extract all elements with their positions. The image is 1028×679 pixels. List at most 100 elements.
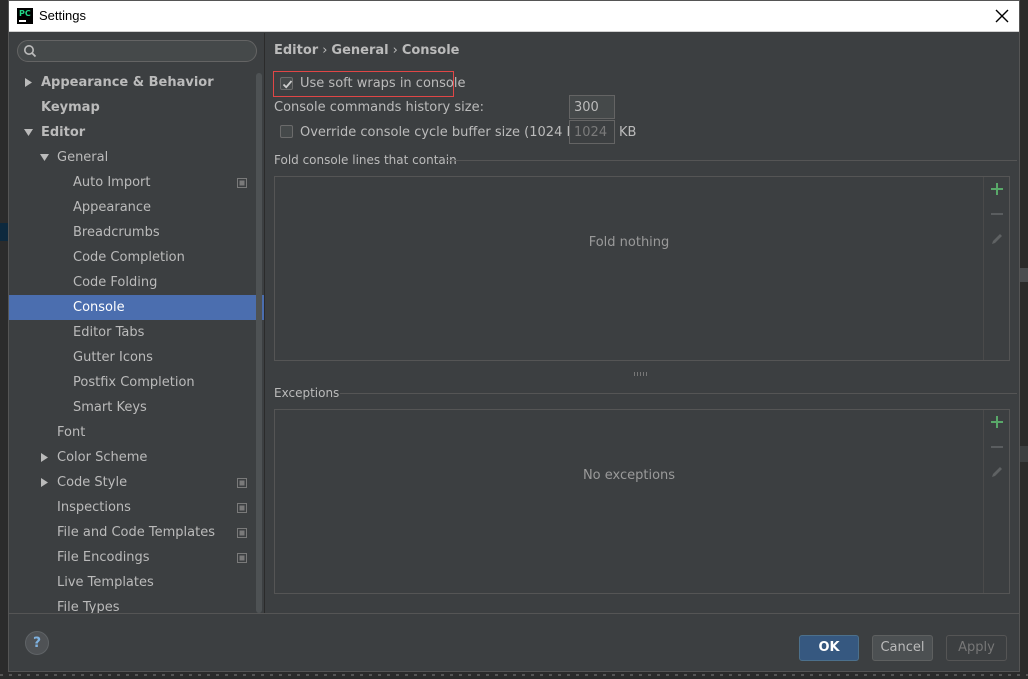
history-size-input[interactable] <box>569 95 615 119</box>
pencil-icon <box>992 467 1002 477</box>
project-scope-icon <box>237 178 247 188</box>
sidebar-item-code-completion[interactable]: Code Completion <box>9 245 264 270</box>
pycharm-logo-icon: PC <box>17 8 33 24</box>
settings-content: Editor › General › Console Use soft wraps in… <box>265 33 1019 613</box>
fold-toolbar <box>983 177 1009 360</box>
sidebar-item-inspections[interactable]: Inspections <box>9 495 264 520</box>
sidebar-item-label: Editor <box>41 125 86 140</box>
sidebar-item-keymap[interactable]: Keymap <box>9 95 264 120</box>
sidebar-item-label: File Types <box>57 600 120 613</box>
triangle-down-icon[interactable] <box>24 128 33 137</box>
sidebar-item-gutter-icons[interactable]: Gutter Icons <box>9 345 264 370</box>
sidebar-item-label: General <box>57 150 109 165</box>
exceptions-empty-text: No exceptions <box>582 468 676 483</box>
breadcrumb-separator: › <box>392 43 398 58</box>
override-buffer-checkbox[interactable] <box>280 125 293 138</box>
checkmark-icon <box>282 80 293 89</box>
sidebar-item-label: Console <box>73 300 125 315</box>
sidebar-item-color-scheme[interactable]: Color Scheme <box>9 445 264 470</box>
sidebar-item-breadcrumbs[interactable]: Breadcrumbs <box>9 220 264 245</box>
edit-fold-button[interactable] <box>987 229 1007 249</box>
search-box[interactable] <box>17 40 257 62</box>
sidebar-item-editor[interactable]: Editor <box>9 120 264 145</box>
project-scope-icon <box>237 478 247 488</box>
project-scope-icon <box>237 553 247 563</box>
sidebar-item-label: Color Scheme <box>57 450 148 465</box>
settings-sidebar: Appearance & Behavior Keymap Editor General… <box>9 33 264 613</box>
cancel-button[interactable]: Cancel <box>872 635 933 661</box>
search-icon <box>24 45 37 58</box>
settings-dialog: PC Settings Appearance & Behavior Keymap E… <box>8 0 1020 672</box>
sidebar-item-label: Editor Tabs <box>73 325 145 340</box>
sidebar-item-label: Live Templates <box>57 575 154 590</box>
buffer-unit-label: KB <box>619 125 637 140</box>
sidebar-item-editor-tabs[interactable]: Editor Tabs <box>9 320 264 345</box>
project-scope-icon <box>237 503 247 513</box>
sidebar-item-label: Keymap <box>41 100 100 115</box>
sidebar-item-label: Auto Import <box>73 175 151 190</box>
triangle-right-icon[interactable] <box>24 78 33 87</box>
breadcrumb-general: General <box>331 43 389 58</box>
exceptions-panel[interactable]: No exceptions <box>274 409 1010 594</box>
sidebar-item-label: Breadcrumbs <box>73 225 160 240</box>
sidebar-item-label: Code Folding <box>73 275 158 290</box>
ide-backdrop-left <box>0 0 8 679</box>
search-input[interactable] <box>40 42 250 60</box>
add-exception-button[interactable] <box>987 412 1007 432</box>
edit-exception-button[interactable] <box>987 462 1007 482</box>
sidebar-item-label: Appearance & Behavior <box>41 75 214 90</box>
apply-button[interactable]: Apply <box>946 635 1007 661</box>
fold-section-divider <box>446 160 1017 161</box>
close-icon <box>995 9 1009 23</box>
fold-section-title: Fold console lines that contain <box>274 153 457 167</box>
soft-wraps-label[interactable]: Use soft wraps in console <box>300 76 465 91</box>
add-fold-button[interactable] <box>987 179 1007 199</box>
sidebar-item-postfix-completion[interactable]: Postfix Completion <box>9 370 264 395</box>
help-button[interactable]: ? <box>25 631 49 655</box>
title-bar: PC Settings <box>9 1 1019 32</box>
ide-backdrop-right <box>1020 0 1028 679</box>
remove-fold-button[interactable] <box>987 204 1007 224</box>
sidebar-item-label: Appearance <box>73 200 152 215</box>
panel-splitter-handle[interactable] <box>634 372 648 376</box>
triangle-right-icon[interactable] <box>40 478 49 487</box>
sidebar-item-smart-keys[interactable]: Smart Keys <box>9 395 264 420</box>
triangle-right-icon[interactable] <box>40 453 49 462</box>
minus-icon <box>991 213 1003 215</box>
triangle-down-icon[interactable] <box>40 153 49 162</box>
ide-backdrop-bottom <box>0 671 1028 679</box>
sidebar-item-appearance-behavior[interactable]: Appearance & Behavior <box>9 70 264 95</box>
sidebar-item-console[interactable]: Console <box>9 295 264 320</box>
sidebar-item-auto-import[interactable]: Auto Import <box>9 170 264 195</box>
sidebar-item-appearance[interactable]: Appearance <box>9 195 264 220</box>
sidebar-item-file-types[interactable]: File Types <box>9 595 264 613</box>
exceptions-toolbar <box>983 410 1009 593</box>
pencil-icon <box>992 234 1002 244</box>
sidebar-item-code-style[interactable]: Code Style <box>9 470 264 495</box>
minus-icon <box>991 446 1003 448</box>
sidebar-item-label: Smart Keys <box>73 400 147 415</box>
sidebar-item-label: Postfix Completion <box>73 375 195 390</box>
ok-button[interactable]: OK <box>799 635 859 661</box>
sidebar-item-label: Font <box>57 425 86 440</box>
fold-lines-panel[interactable]: Fold nothing <box>274 176 1010 361</box>
sidebar-item-label: File Encodings <box>57 550 150 565</box>
sidebar-item-file-encodings[interactable]: File Encodings <box>9 545 264 570</box>
sidebar-item-general[interactable]: General <box>9 145 264 170</box>
plus-icon <box>991 183 1003 195</box>
buffer-size-input[interactable] <box>569 120 615 144</box>
window-title: Settings <box>39 8 86 23</box>
sidebar-scrollbar[interactable] <box>256 73 262 613</box>
sidebar-item-font[interactable]: Font <box>9 420 264 445</box>
soft-wraps-checkbox[interactable] <box>280 77 293 90</box>
sidebar-item-live-templates[interactable]: Live Templates <box>9 570 264 595</box>
override-buffer-label[interactable]: Override console cycle buffer size (1024… <box>300 125 589 140</box>
breadcrumb: Editor › General › Console <box>274 43 459 58</box>
sidebar-item-label: Gutter Icons <box>73 350 153 365</box>
remove-exception-button[interactable] <box>987 437 1007 457</box>
sidebar-item-code-folding[interactable]: Code Folding <box>9 270 264 295</box>
breadcrumb-editor: Editor <box>274 43 319 58</box>
sidebar-item-file-and-code-templates[interactable]: File and Code Templates <box>9 520 264 545</box>
close-button[interactable] <box>991 5 1013 27</box>
sidebar-item-label: File and Code Templates <box>57 525 215 540</box>
